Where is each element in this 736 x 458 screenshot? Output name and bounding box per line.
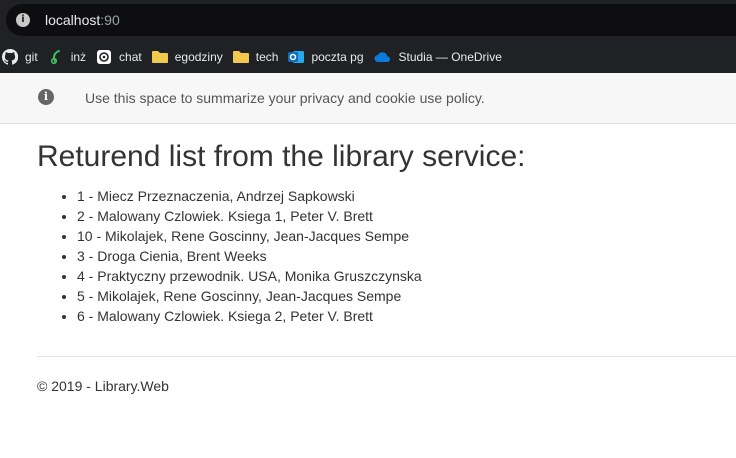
list-item: 1 - Miecz Przeznaczenia, Andrzej Sapkows… [77,186,422,206]
onedrive-icon [374,51,390,62]
info-icon: i [38,89,54,105]
bookmark-chat[interactable]: chat [94,43,150,71]
bookmark-inz[interactable]: inż [46,43,94,71]
list-item: 2 - Malowany Czlowiek. Ksiega 1, Peter V… [77,206,422,226]
bookmark-tech[interactable]: tech [231,43,287,71]
url-host: localhost [45,12,101,28]
browser-address-bar: i localhost:90 [0,0,736,40]
folder-icon [151,50,168,63]
bookmark-label: poczta pg [311,49,364,64]
list-item: 5 - Mikolajek, Rene Goscinny, Jean-Jacqu… [77,286,422,306]
outlook-icon [288,50,305,63]
list-item: 4 - Praktyczny przewodnik. USA, Monika G… [77,266,422,286]
footer-copyright: © 2019 - Library.Web [37,378,169,394]
folder-icon [232,50,249,63]
url-text[interactable]: localhost:90 [45,12,120,28]
list-item: 6 - Malowany Czlowiek. Ksiega 2, Peter V… [77,306,422,326]
book-list: 1 - Miecz Przeznaczenia, Andrzej Sapkows… [37,186,422,326]
url-input[interactable]: i localhost:90 [6,4,736,36]
bookmark-studia-onedrive[interactable]: Studia — OneDrive [372,43,510,71]
list-item: 10 - Mikolajek, Rene Goscinny, Jean-Jacq… [77,226,422,246]
bookmark-label: chat [119,49,142,64]
bookmarks-bar: git inż chat egodziny tech poczta pg Stu… [0,40,736,73]
cookie-policy-text: Use this space to summarize your privacy… [85,90,485,106]
bookmark-label: Studia — OneDrive [398,49,502,64]
bookmark-label: tech [255,49,279,64]
list-item: 3 - Droga Cienia, Brent Weeks [77,246,422,266]
chatgpt-icon [97,49,112,64]
cookie-consent-bar: i Use this space to summarize your priva… [0,73,736,124]
bookmark-label: git [25,49,38,64]
github-icon [2,48,18,65]
leaf-icon [50,49,60,64]
footer-divider [37,356,736,357]
page-title: Returend list from the library service: [37,140,526,173]
bookmark-git[interactable]: git [0,43,46,71]
bookmark-label: inż [70,49,87,64]
site-info-icon[interactable]: i [16,13,30,27]
bookmark-egodziny[interactable]: egodziny [150,43,231,71]
bookmark-label: egodziny [174,49,223,64]
bookmark-poczta-pg[interactable]: poczta pg [286,43,371,71]
url-port: :90 [100,12,120,28]
